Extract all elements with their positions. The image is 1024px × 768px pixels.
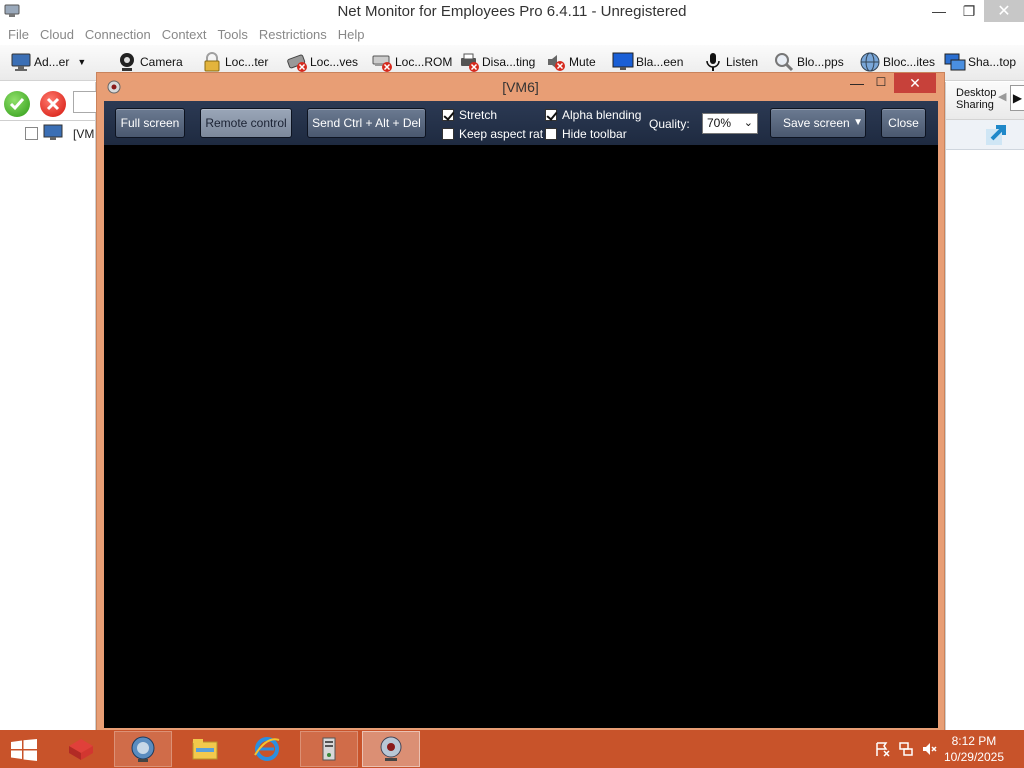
- volume-muted-icon[interactable]: [922, 741, 938, 757]
- chevron-down-icon: ▼: [77, 57, 87, 67]
- monitor-globe-icon: [131, 736, 155, 762]
- clock-time: 8:12 PM: [951, 734, 997, 748]
- right-panel: Desktop Sharing ◀ ▶: [945, 82, 1024, 730]
- menu-help[interactable]: Help: [334, 23, 372, 45]
- toolbar-share-desktop-button[interactable]: Sha...top: [944, 49, 1016, 75]
- desktop-sharing-toolbar: Desktop Sharing ◀ ▶: [946, 82, 1024, 120]
- menu-file[interactable]: File: [4, 23, 36, 45]
- menu-restrictions[interactable]: Restrictions: [255, 23, 334, 45]
- computer-icon: [43, 124, 63, 140]
- viewer-minimize-button[interactable]: —: [846, 75, 868, 93]
- taskbar-app-server[interactable]: [300, 731, 358, 767]
- full-screen-button[interactable]: Full screen: [115, 108, 185, 138]
- save-screen-button[interactable]: Save screen ▼: [770, 108, 866, 138]
- stretch-checkbox[interactable]: Stretch: [442, 107, 497, 123]
- folder-icon: [192, 739, 218, 760]
- remote-viewer-window: [VM6] — ☐ ✕ Full screen Remote control S…: [96, 72, 945, 734]
- lock-icon: [204, 52, 220, 72]
- quality-select[interactable]: 70% ⌄: [702, 113, 758, 134]
- taskbar-app-monitor[interactable]: [114, 731, 172, 767]
- menu-cloud[interactable]: Cloud: [36, 23, 81, 45]
- taskbar: 8:12 PM 10/29/2025: [0, 730, 1024, 768]
- taskbar-app-explorer[interactable]: [176, 731, 234, 767]
- clock-date: 10/29/2025: [943, 750, 1004, 764]
- tree-item-label[interactable]: [VM: [73, 127, 94, 141]
- webcam-icon: [120, 53, 134, 71]
- menu-tools[interactable]: Tools: [214, 23, 255, 45]
- app-title: Net Monitor for Employees Pro 6.4.11 - U…: [337, 3, 687, 20]
- windows-logo-icon[interactable]: [10, 739, 38, 761]
- chevron-down-icon[interactable]: ▼: [853, 117, 863, 128]
- network-icon[interactable]: [898, 741, 914, 757]
- hide-toolbar-checkbox[interactable]: Hide toolbar: [545, 126, 627, 142]
- viewer-close-window-button[interactable]: ✕: [894, 73, 936, 93]
- remote-screen[interactable]: [104, 145, 938, 728]
- right-panel-strip: [946, 120, 1024, 150]
- globe-icon: [860, 52, 880, 72]
- alpha-blending-checkbox[interactable]: Alpha blending: [545, 107, 641, 123]
- checkmark-icon[interactable]: [4, 91, 30, 117]
- taskbar-app-ie[interactable]: [238, 731, 296, 767]
- quality-label: Quality:: [649, 117, 690, 131]
- close-button[interactable]: Close: [881, 108, 926, 138]
- server-icon: [322, 737, 336, 761]
- microphone-icon: [706, 53, 720, 71]
- toolbar-add-computer-button[interactable]: Ad...er ▼: [10, 49, 86, 75]
- computer-icon: [11, 53, 31, 71]
- remote-viewer-icon: [380, 736, 402, 761]
- menu-context[interactable]: Context: [158, 23, 214, 45]
- clock[interactable]: 8:12 PM 10/29/2025: [944, 733, 1004, 765]
- package-icon: [69, 739, 93, 760]
- cdrom-lock-icon: [372, 55, 392, 72]
- taskbar-app-package[interactable]: [52, 731, 110, 767]
- viewer-titlebar[interactable]: [VM6] — ☐ ✕: [97, 73, 944, 101]
- scroll-right-icon[interactable]: ▶: [1010, 85, 1024, 111]
- chevron-down-icon: ⌄: [743, 117, 753, 129]
- drive-lock-icon: [287, 54, 307, 72]
- flag-icon[interactable]: [874, 741, 890, 757]
- viewer-title: [VM6]: [502, 79, 539, 95]
- computer-tree: [VM: [0, 120, 96, 730]
- menu-connection[interactable]: Connection: [81, 23, 158, 45]
- left-panel: [VM: [0, 82, 103, 730]
- maximize-button[interactable]: ❐: [954, 0, 984, 22]
- menu-bar: File Cloud Connection Context Tools Rest…: [0, 23, 1024, 45]
- close-window-button[interactable]: ✕: [984, 0, 1024, 22]
- internet-explorer-icon: [254, 737, 280, 761]
- viewer-toolbar: Full screen Remote control Send Ctrl + A…: [104, 101, 938, 145]
- app-titlebar: Net Monitor for Employees Pro 6.4.11 - U…: [0, 0, 1024, 23]
- desktop-sharing-button[interactable]: Desktop Sharing: [956, 87, 996, 111]
- mute-icon: [548, 55, 565, 71]
- tree-item-checkbox[interactable]: [25, 127, 38, 140]
- send-ctrl-alt-del-button[interactable]: Send Ctrl + Alt + Del: [307, 108, 426, 138]
- remote-control-button[interactable]: Remote control: [200, 108, 292, 138]
- printer-lock-icon: [461, 53, 479, 72]
- share-desktop-icon: [944, 53, 966, 71]
- scroll-left-icon[interactable]: ◀: [998, 90, 1006, 103]
- monitor-icon: [612, 52, 634, 70]
- keep-aspect-checkbox[interactable]: Keep aspect rat: [442, 126, 543, 142]
- minimize-button[interactable]: —: [924, 0, 954, 22]
- viewer-maximize-button[interactable]: ☐: [870, 75, 892, 93]
- magnifier-icon: [775, 53, 794, 72]
- open-external-icon[interactable]: [984, 123, 1008, 147]
- cancel-icon[interactable]: [40, 91, 66, 117]
- taskbar-app-viewer[interactable]: [362, 731, 420, 767]
